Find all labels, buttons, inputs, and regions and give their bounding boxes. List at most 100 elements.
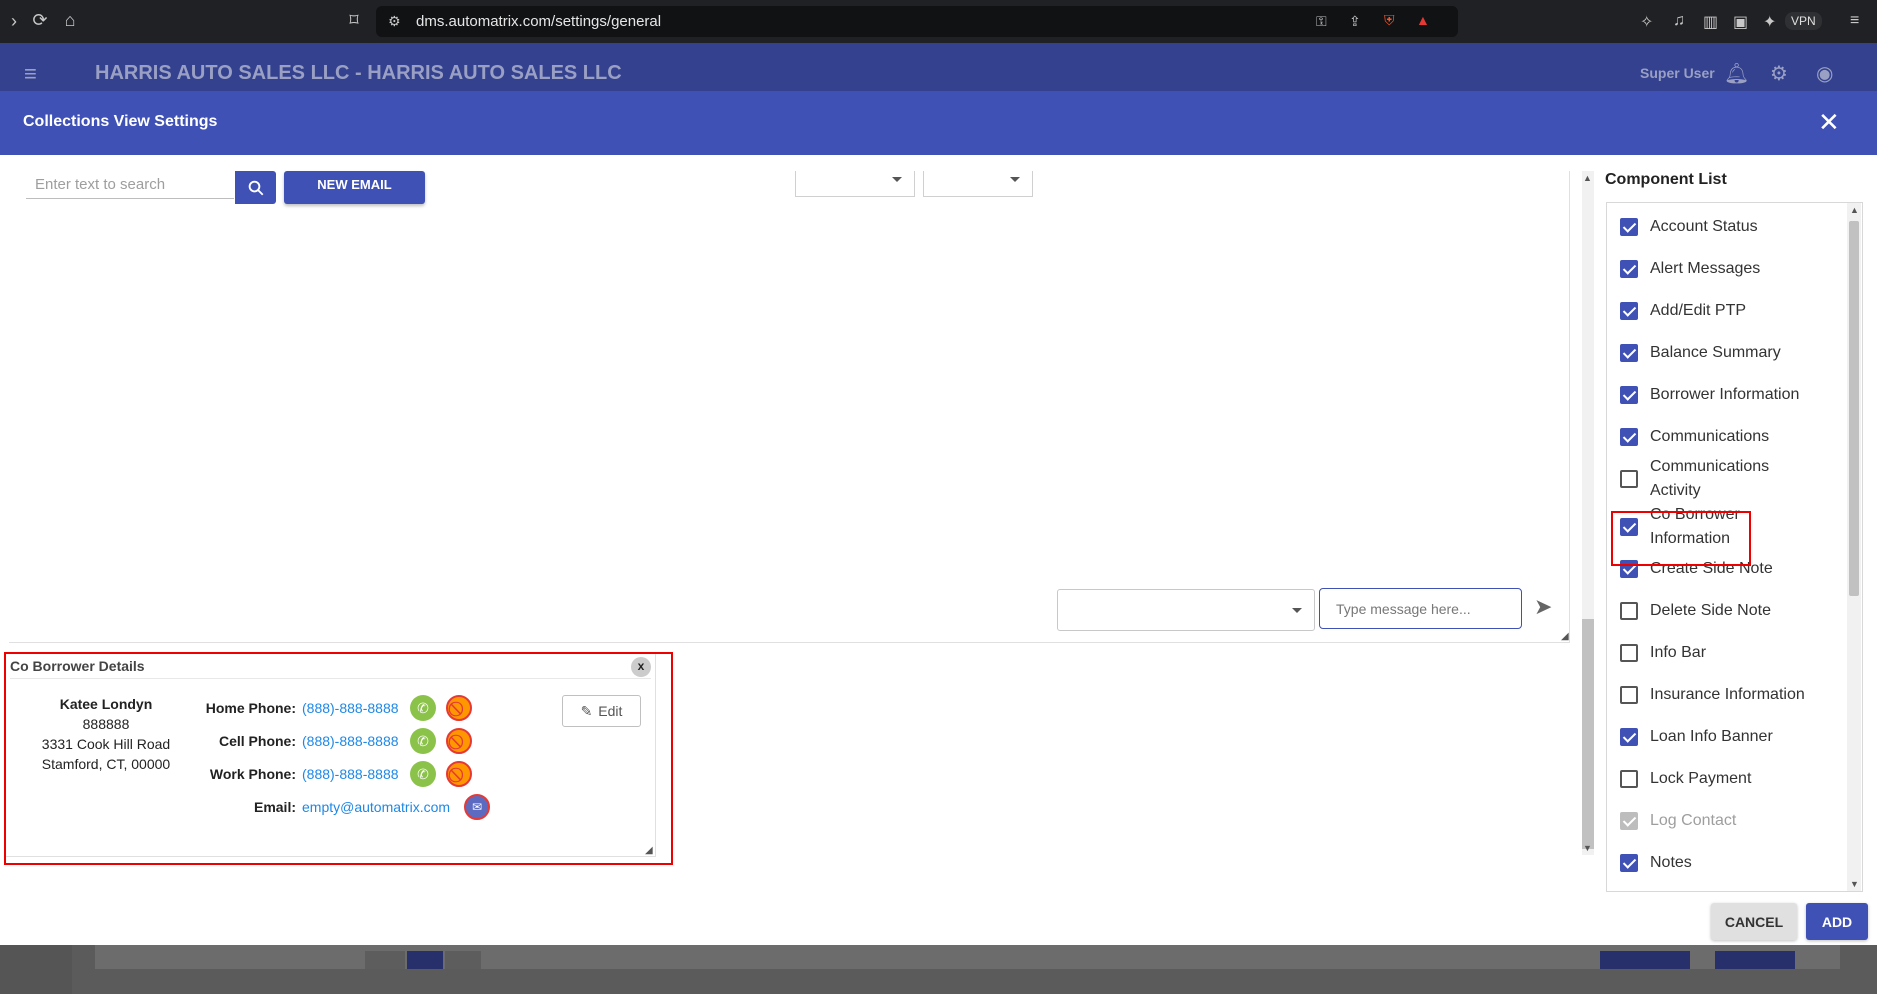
component-item-borrower-information[interactable]: Borrower Information <box>1607 383 1847 407</box>
send-icon[interactable]: ➤ <box>1534 594 1552 620</box>
do-not-email-icon[interactable]: ✉ <box>464 794 490 820</box>
preview-scrollbar[interactable]: ▲ ▼ <box>1582 171 1594 855</box>
co-borrower-details-highlight: Co Borrower Details x Katee Londyn 88888… <box>4 652 673 865</box>
component-item-alert-messages[interactable]: Alert Messages <box>1607 257 1847 281</box>
url-text: dms.automatrix.com/settings/general <box>416 13 662 30</box>
component-label: Alert Messages <box>1650 260 1761 277</box>
sidebar-icon[interactable]: ▥ <box>1703 12 1718 32</box>
component-label: Loan Info Banner <box>1650 728 1773 745</box>
extensions-icon[interactable]: ✧ <box>1640 12 1653 32</box>
music-icon[interactable]: ♫ <box>1673 12 1685 30</box>
reload-icon[interactable]: ⟳ <box>26 10 54 31</box>
home-phone-link[interactable]: (888)-888-8888 <box>302 700 399 716</box>
checkbox[interactable] <box>1620 770 1638 788</box>
component-label: Add/Edit PTP <box>1650 302 1747 319</box>
key-icon[interactable]: ⚿ <box>1316 13 1327 30</box>
do-not-call-icon[interactable]: ⃠ <box>446 761 472 787</box>
resize-handle-icon[interactable]: ◢ <box>1561 631 1569 642</box>
account-icon[interactable]: ◉ <box>1816 61 1833 86</box>
component-item-notes[interactable]: Notes <box>1607 851 1847 875</box>
phone-call-icon[interactable]: ✆ <box>410 761 436 787</box>
component-item-delete-side-note[interactable]: Delete Side Note <box>1607 599 1847 623</box>
add-button[interactable]: ADD <box>1806 903 1868 940</box>
scrollbar-thumb[interactable] <box>1849 221 1859 596</box>
brave-shield-icon[interactable]: ⛨ <box>1384 12 1395 29</box>
gear-icon[interactable]: ⚙ <box>1770 61 1788 86</box>
ai-icon[interactable]: ✦ <box>1763 12 1776 32</box>
chevron-down-icon <box>1010 177 1020 182</box>
component-label: Borrower Information <box>1650 386 1800 403</box>
address-bar[interactable]: ⚙ dms.automatrix.com/settings/general ⚿ … <box>376 6 1458 37</box>
scroll-up-icon[interactable]: ▲ <box>1583 173 1592 183</box>
search-button[interactable] <box>235 171 276 204</box>
message-template-select[interactable] <box>1057 589 1315 631</box>
do-not-call-icon[interactable]: ⃠ <box>446 728 472 754</box>
scroll-down-icon[interactable]: ▼ <box>1583 843 1592 853</box>
brave-rewards-icon[interactable]: ▲ <box>1416 12 1430 28</box>
close-component-button[interactable]: x <box>631 657 651 677</box>
cancel-button[interactable]: CANCEL <box>1711 903 1797 940</box>
checkbox[interactable] <box>1620 470 1638 488</box>
background-sidebar <box>0 945 72 994</box>
edit-button[interactable]: ✎ Edit <box>562 695 641 727</box>
component-item-log-contact: Log Contact <box>1607 809 1847 833</box>
checkbox[interactable] <box>1620 644 1638 662</box>
menu-icon[interactable]: ≡ <box>1850 12 1859 30</box>
checkbox <box>1620 812 1638 830</box>
message-input[interactable] <box>1319 588 1522 629</box>
site-settings-icon[interactable]: ⚙ <box>388 13 401 30</box>
share-icon[interactable]: ⇪ <box>1349 13 1361 30</box>
checkbox[interactable] <box>1620 428 1638 446</box>
edit-label: Edit <box>598 703 623 719</box>
new-email-button[interactable]: NEW EMAIL <box>284 171 425 204</box>
component-item-insurance-information[interactable]: Insurance Information <box>1607 683 1847 707</box>
checkbox[interactable] <box>1620 728 1638 746</box>
resize-handle-icon[interactable]: ◢ <box>645 845 653 856</box>
email-label: Email: <box>253 799 296 815</box>
close-icon[interactable]: ✕ <box>1818 107 1840 138</box>
wallet-icon[interactable]: ▣ <box>1733 12 1748 32</box>
scrollbar-thumb[interactable] <box>1582 619 1594 849</box>
component-item-communications[interactable]: Communications <box>1607 425 1847 449</box>
work-phone-link[interactable]: (888)-888-8888 <box>302 766 399 782</box>
search-input[interactable] <box>26 171 234 199</box>
component-label: Account Status <box>1650 218 1758 235</box>
hamburger-menu-icon[interactable]: ≡ <box>24 61 37 87</box>
filter-dropdown[interactable] <box>795 171 915 197</box>
chevron-down-icon <box>892 177 902 182</box>
component-item-lock-payment[interactable]: Lock Payment <box>1607 767 1847 791</box>
do-not-call-icon[interactable]: ⃠ <box>446 695 472 721</box>
component-list-title: Component List <box>1605 171 1727 188</box>
chevron-right-icon[interactable]: › <box>0 11 28 32</box>
home-icon[interactable]: ⌂ <box>56 10 84 31</box>
divider <box>10 678 651 679</box>
component-item-add-edit-ptp[interactable]: Add/Edit PTP <box>1607 299 1847 323</box>
checkbox[interactable] <box>1620 260 1638 278</box>
background-button <box>1600 951 1690 969</box>
bell-icon[interactable]: 🔔︎ <box>1724 61 1749 86</box>
checkbox[interactable] <box>1620 344 1638 362</box>
phone-call-icon[interactable]: ✆ <box>410 695 436 721</box>
vpn-badge[interactable]: VPN <box>1785 12 1822 30</box>
scroll-up-icon[interactable]: ▲ <box>1850 205 1859 215</box>
checkbox[interactable] <box>1620 686 1638 704</box>
component-list-scrollbar[interactable]: ▲ ▼ <box>1847 203 1861 891</box>
checkbox[interactable] <box>1620 602 1638 620</box>
component-label: Insurance Information <box>1650 686 1805 703</box>
component-item-account-status[interactable]: Account Status <box>1607 215 1847 239</box>
dealer-title: HARRIS AUTO SALES LLC - HARRIS AUTO SALE… <box>95 62 622 84</box>
checkbox[interactable] <box>1620 854 1638 872</box>
bookmark-icon[interactable]: ⌑ <box>340 10 368 31</box>
component-item-communications-activity[interactable]: Communications Activity <box>1607 455 1847 503</box>
email-link[interactable]: empty@automatrix.com <box>302 799 450 815</box>
component-item-info-bar[interactable]: Info Bar <box>1607 641 1847 665</box>
phone-call-icon[interactable]: ✆ <box>410 728 436 754</box>
filter-dropdown[interactable] <box>923 171 1033 197</box>
component-item-loan-info-banner[interactable]: Loan Info Banner <box>1607 725 1847 749</box>
cell-phone-link[interactable]: (888)-888-8888 <box>302 733 399 749</box>
component-item-balance-summary[interactable]: Balance Summary <box>1607 341 1847 365</box>
checkbox[interactable] <box>1620 302 1638 320</box>
checkbox[interactable] <box>1620 386 1638 404</box>
scroll-down-icon[interactable]: ▼ <box>1850 879 1859 889</box>
checkbox[interactable] <box>1620 218 1638 236</box>
